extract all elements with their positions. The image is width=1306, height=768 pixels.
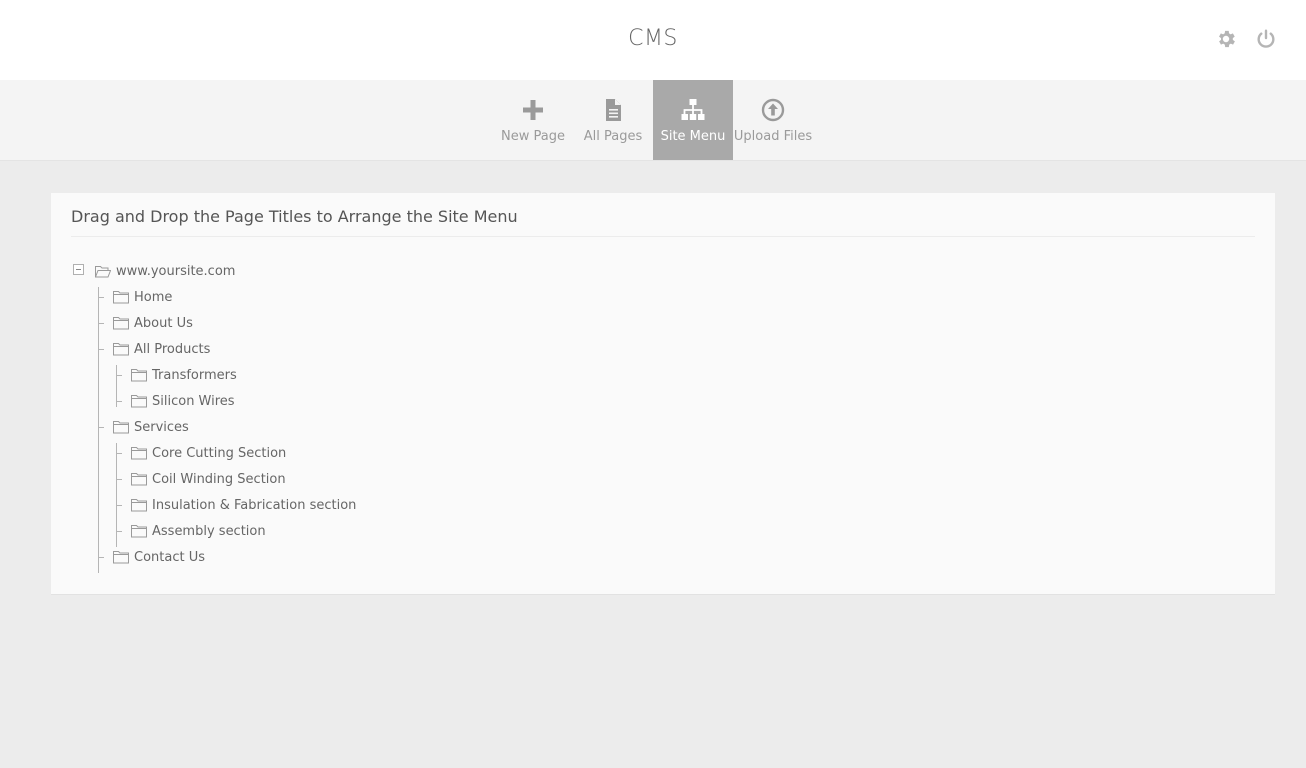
app-title: CMS [628,26,678,51]
tree-item-insulation[interactable]: Insulation & Fabrication section [131,496,356,514]
sitemap-icon [681,98,705,122]
folder-icon [131,498,147,512]
upload-files-button[interactable]: Upload Files [733,80,813,160]
collapse-toggle-icon[interactable] [73,264,84,275]
new-page-label: New Page [501,129,565,144]
tree-branch [98,349,104,350]
tree-branch [116,531,122,532]
document-icon [601,98,625,122]
tree-item-contact-us[interactable]: Contact Us [113,548,205,566]
tree-item-all-products[interactable]: All Products [113,340,210,358]
folder-icon [113,316,129,330]
folder-icon [113,290,129,304]
tree-item-home[interactable]: Home [113,288,172,306]
panel-title: Drag and Drop the Page Titles to Arrange… [71,207,518,226]
tree-item-coil-winding[interactable]: Coil Winding Section [131,470,286,488]
top-bar: CMS [0,0,1306,80]
tree-line [98,287,99,573]
tree-branch [116,453,122,454]
tree-item-label: Insulation & Fabrication section [152,497,357,513]
tree-item-label: Coil Winding Section [152,471,286,487]
tree-branch [116,505,122,506]
upload-files-label: Upload Files [733,129,813,144]
site-menu-panel: Drag and Drop the Page Titles to Arrange… [51,193,1275,595]
tree-branch [98,557,104,558]
tree-item-services[interactable]: Services [113,418,189,436]
folder-icon [131,394,147,408]
site-menu-label: Site Menu [660,129,726,144]
tree-item-label: Contact Us [134,549,205,565]
tree-item-transformers[interactable]: Transformers [131,366,237,384]
tree-item-label: Assembly section [152,523,266,539]
tree-branch [116,375,122,376]
tree-branch [98,323,104,324]
tree-item-core-cutting[interactable]: Core Cutting Section [131,444,286,462]
folder-icon [131,524,147,538]
tree-root-label: www.yoursite.com [116,263,236,279]
divider [71,236,1255,237]
tree-branch [116,401,122,402]
toolbar: New Page All Pages Site Menu Upload File… [0,80,1306,161]
tree-item-label: Transformers [152,367,237,383]
tree-item-label: Core Cutting Section [152,445,287,461]
tree-item-label: About Us [134,315,193,331]
folder-open-icon [95,265,111,278]
gear-icon[interactable] [1215,28,1237,50]
new-page-button[interactable]: New Page [493,80,573,160]
folder-icon [113,550,129,564]
tree-item-label: All Products [134,341,211,357]
plus-icon [521,98,545,122]
upload-icon [761,98,785,122]
site-menu-button[interactable]: Site Menu [653,80,733,160]
all-pages-button[interactable]: All Pages [573,80,653,160]
folder-icon [131,446,147,460]
tree-branch [98,297,104,298]
folder-icon [131,472,147,486]
tree-branch [116,479,122,480]
folder-icon [113,420,129,434]
tree-item-label: Silicon Wires [152,393,235,409]
tree-item-about-us[interactable]: About Us [113,314,193,332]
tree-item-label: Services [134,419,189,435]
tree-item-assembly[interactable]: Assembly section [131,522,266,540]
folder-icon [131,368,147,382]
folder-icon [113,342,129,356]
tree-item-silicon-wires[interactable]: Silicon Wires [131,392,235,410]
tree-item-label: Home [134,289,173,305]
tree-branch [98,427,104,428]
tree-root[interactable]: www.yoursite.com [95,262,235,280]
power-icon[interactable] [1255,28,1277,50]
all-pages-label: All Pages [583,129,643,144]
